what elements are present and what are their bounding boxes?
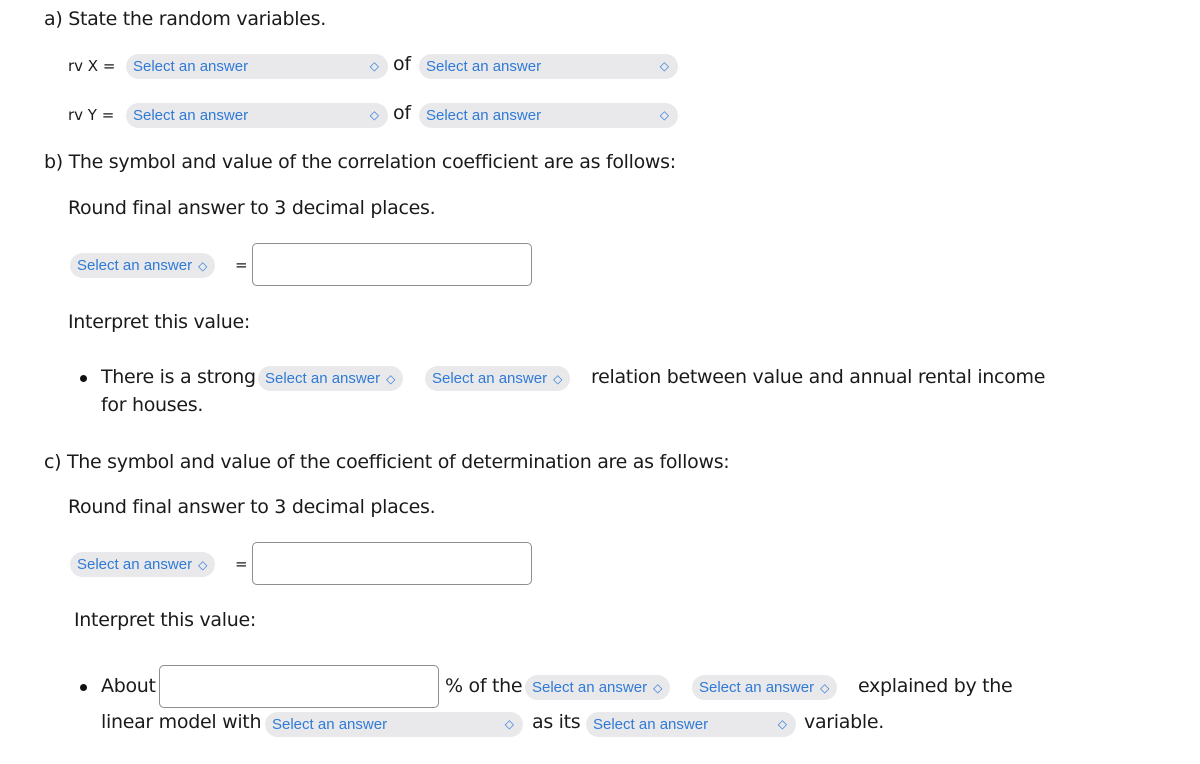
select-value: Select an answer [77, 257, 193, 274]
select-value: Select an answer [133, 107, 249, 124]
part-b-heading: b) The symbol and value of the correlati… [44, 151, 676, 173]
chevron-updown-icon: ◇ [659, 108, 669, 122]
equals-sign: = [235, 555, 248, 573]
determination-value-input[interactable] [252, 542, 532, 585]
bullet [80, 375, 87, 382]
select-value: Select an answer [272, 716, 388, 733]
after-input-text: % of the [445, 675, 523, 697]
variation-select-2[interactable]: Select an answer ◇ [692, 675, 838, 700]
after-selects-text: explained by the [858, 675, 1013, 697]
chevron-updown-icon: ◇ [553, 372, 563, 386]
rv-x-label: rv X = [68, 57, 116, 75]
chevron-updown-icon: ◇ [369, 59, 379, 73]
end-text: variable. [804, 711, 884, 733]
strength-direction-select-1[interactable]: Select an answer ◇ [258, 366, 404, 391]
chevron-updown-icon: ◇ [198, 259, 208, 273]
rv-y-label: rv Y = [68, 106, 115, 124]
of-label: of [393, 53, 411, 75]
part-b-round-note: Round final answer to 3 decimal places. [68, 197, 436, 219]
equals-sign: = [235, 256, 248, 274]
chevron-updown-icon: ◇ [369, 108, 379, 122]
determination-symbol-select[interactable]: Select an answer ◇ [70, 552, 216, 577]
select-value: Select an answer [133, 58, 249, 75]
select-value: Select an answer [532, 679, 648, 696]
correlation-symbol-select[interactable]: Select an answer ◇ [70, 253, 216, 278]
model-variable-select[interactable]: Select an answer ◇ [265, 712, 523, 737]
part-a-heading: a) State the random variables. [44, 8, 326, 30]
sentence-continuation: for houses. [101, 394, 204, 416]
chevron-updown-icon: ◇ [653, 681, 663, 695]
sentence-prefix: There is a strong [101, 366, 256, 388]
chevron-updown-icon: ◇ [198, 558, 208, 572]
variation-select-1[interactable]: Select an answer ◇ [525, 675, 671, 700]
variable-role-select[interactable]: Select an answer ◇ [586, 712, 796, 737]
percent-input[interactable] [159, 665, 439, 708]
select-value: Select an answer [699, 679, 815, 696]
strength-direction-select-2[interactable]: Select an answer ◇ [425, 366, 571, 391]
select-value: Select an answer [265, 370, 381, 387]
of-label: of [393, 102, 411, 124]
select-value: Select an answer [426, 58, 542, 75]
part-c-round-note: Round final answer to 3 decimal places. [68, 496, 436, 518]
select-value: Select an answer [593, 716, 709, 733]
as-its-text: as its [532, 711, 581, 733]
sentence-suffix: relation between value and annual rental… [591, 366, 1046, 388]
chevron-updown-icon: ◇ [504, 717, 514, 731]
part-c-heading: c) The symbol and value of the coefficie… [44, 451, 730, 473]
chevron-updown-icon: ◇ [386, 372, 396, 386]
select-value: Select an answer [432, 370, 548, 387]
rv-x-select-2[interactable]: Select an answer ◇ [419, 54, 678, 79]
line2-prefix: linear model with [101, 711, 262, 733]
select-value: Select an answer [77, 556, 193, 573]
interpret-label: Interpret this value: [74, 609, 256, 631]
select-value: Select an answer [426, 107, 542, 124]
rv-y-select-1[interactable]: Select an answer ◇ [126, 103, 388, 128]
chevron-updown-icon: ◇ [820, 681, 830, 695]
interpret-label: Interpret this value: [68, 311, 250, 333]
chevron-updown-icon: ◇ [777, 717, 787, 731]
chevron-updown-icon: ◇ [659, 59, 669, 73]
rv-x-select-1[interactable]: Select an answer ◇ [126, 54, 388, 79]
correlation-value-input[interactable] [252, 243, 532, 286]
sentence-prefix: About [101, 675, 156, 697]
bullet [80, 684, 87, 691]
rv-y-select-2[interactable]: Select an answer ◇ [419, 103, 678, 128]
